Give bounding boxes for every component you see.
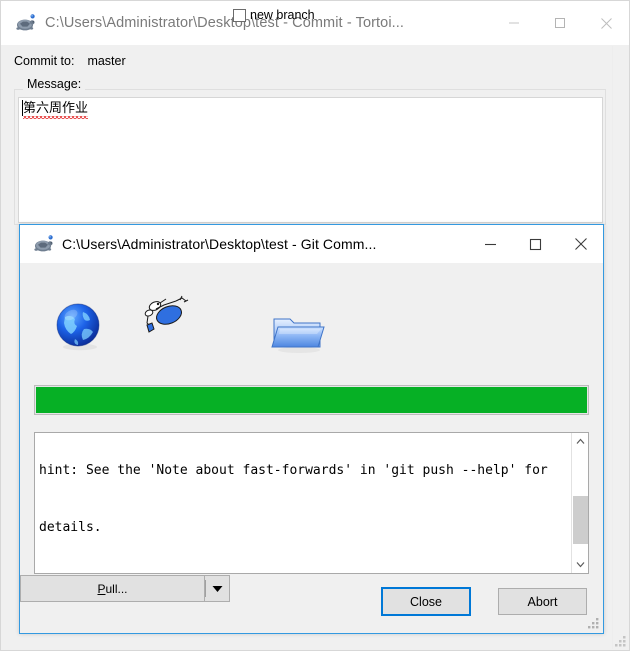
minimize-button[interactable]	[491, 1, 537, 45]
log-line-clipped: hint: See the 'Note about fast-forwards'…	[39, 463, 548, 478]
git-output-log[interactable]: hint: See the 'Note about fast-forwards'…	[34, 432, 589, 574]
close-button-label: Close	[410, 594, 442, 609]
commit-to-branch-value[interactable]: master	[87, 54, 125, 68]
new-branch-checkbox[interactable]	[233, 8, 246, 22]
git-command-progress-window: C:\Users\Administrator\Desktop\test - Gi…	[19, 224, 604, 634]
close-button[interactable]	[558, 225, 603, 263]
close-dialog-button[interactable]: Close	[381, 587, 471, 616]
log-scrollbar[interactable]	[571, 433, 588, 573]
tortoisegit-turtle-icon	[14, 12, 36, 34]
inner-resize-grip-icon[interactable]	[587, 617, 600, 630]
outer-resize-grip-icon[interactable]	[613, 634, 627, 648]
chevron-down-icon	[576, 562, 585, 568]
file-transfer-animation-icon	[144, 295, 189, 333]
close-button[interactable]	[583, 1, 629, 45]
scrollbar-up-button[interactable]	[572, 433, 588, 450]
minimize-icon	[485, 243, 496, 245]
close-icon	[574, 238, 587, 250]
minimize-icon	[509, 22, 519, 24]
progress-bar-fill	[36, 387, 587, 413]
split-divider	[205, 580, 206, 597]
minimize-button[interactable]	[468, 225, 513, 263]
chevron-down-icon	[212, 585, 222, 592]
outer-window-scrollbar[interactable]	[612, 46, 628, 649]
message-group-legend: Message:	[23, 77, 86, 91]
folder-icon	[271, 318, 325, 353]
maximize-button[interactable]	[513, 225, 558, 263]
new-branch-label: new branch	[250, 8, 315, 22]
commit-to-row: Commit to: master	[1, 45, 630, 77]
inner-window-controls	[468, 225, 603, 263]
dialog-button-row: Pull... Close Abort	[20, 575, 603, 633]
close-icon	[600, 17, 612, 29]
pull-button[interactable]: Pull...	[20, 575, 204, 602]
maximize-icon	[529, 238, 542, 250]
scrollbar-thumb[interactable]	[573, 496, 588, 544]
outer-titlebar[interactable]: C:\Users\Administrator\Desktop\test - Co…	[1, 1, 629, 45]
abort-button[interactable]: Abort	[498, 588, 587, 615]
new-branch-checkbox-group[interactable]: new branch	[233, 8, 315, 22]
pull-split-button[interactable]: Pull...	[20, 575, 230, 602]
abort-button-label: Abort	[527, 594, 558, 609]
tortoisegit-turtle-icon	[32, 233, 54, 255]
inner-titlebar[interactable]: C:\Users\Administrator\Desktop\test - Gi…	[20, 225, 603, 263]
pull-dropdown-button[interactable]	[204, 575, 230, 602]
pull-button-label: Pull...	[97, 581, 128, 596]
commit-to-label: Commit to:	[14, 54, 75, 68]
maximize-button[interactable]	[537, 1, 583, 45]
scrollbar-down-button[interactable]	[572, 556, 588, 573]
commit-message-text: 第六周作业	[23, 101, 89, 119]
inner-window-title: C:\Users\Administrator\Desktop\test - Gi…	[62, 236, 377, 252]
globe-icon	[56, 303, 100, 351]
maximize-icon	[555, 18, 565, 28]
log-line-details: details.	[39, 520, 102, 535]
chevron-up-icon	[576, 438, 585, 444]
git-output-log-text: hint: See the 'Note about fast-forwards'…	[39, 433, 559, 573]
transfer-animation-strip	[20, 263, 603, 373]
outer-window-controls	[491, 1, 629, 45]
commit-message-input[interactable]: 第六周作业	[18, 97, 603, 223]
progress-bar	[34, 385, 589, 415]
